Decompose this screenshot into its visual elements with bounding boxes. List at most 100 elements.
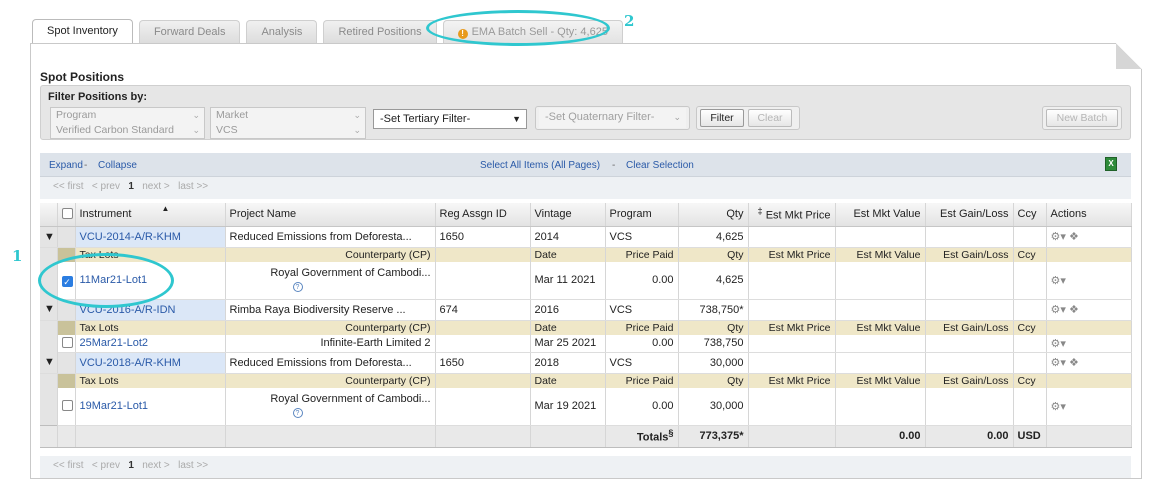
new-batch-button[interactable]: New Batch	[1046, 109, 1118, 127]
instrument-link[interactable]: VCU-2014-A/R-KHM	[75, 226, 226, 248]
col-est-gain[interactable]: Est Gain/Loss	[925, 203, 1014, 227]
gear-menu-icon[interactable]: ⚙▾	[1051, 338, 1066, 350]
collapse-toggle-icon[interactable]: ▼	[40, 299, 58, 321]
help-icon[interactable]: ?	[292, 282, 303, 293]
lot-checkbox-checked[interactable]: ✓	[61, 275, 73, 287]
lot-checkbox[interactable]	[61, 400, 73, 412]
pager-next[interactable]: next >	[142, 181, 170, 192]
pager-prev[interactable]: < prev	[92, 460, 120, 471]
expand-link[interactable]: Expand	[49, 160, 83, 171]
lot-link[interactable]: 25Mar21-Lot2	[75, 335, 226, 353]
lot-counterparty: Royal Government of Cambodi...?	[225, 388, 436, 426]
col-program[interactable]: Program	[605, 203, 679, 227]
tab-retired-positions[interactable]: Retired Positions	[323, 20, 437, 44]
tertiary-filter-select[interactable]: -Set Tertiary Filter- ▼	[373, 109, 527, 129]
lot-col-cp: Counterparty (CP)	[225, 320, 436, 335]
lot-col-est-value: Est Mkt Value	[835, 373, 926, 388]
gear-menu-icon[interactable]: ⚙▾	[1051, 231, 1066, 243]
tab-ema-batch-sell[interactable]: ! EMA Batch Sell - Qty: 4,625	[442, 20, 623, 44]
filter-button[interactable]: Filter	[700, 109, 744, 127]
lot-ccy	[1013, 335, 1047, 353]
table-row: ▼ VCU-2016-A/R-IDN Rimba Raya Biodiversi…	[40, 299, 1132, 321]
lot-blank	[435, 388, 531, 426]
tag-icon[interactable]: ❖	[1069, 231, 1079, 243]
instrument-link[interactable]: VCU-2018-A/R-KHM	[75, 352, 226, 374]
sort-asc-icon: ▲	[161, 204, 170, 214]
gear-menu-icon[interactable]: ⚙▾	[1051, 304, 1066, 316]
pager-last[interactable]: last >>	[178, 460, 208, 471]
col-qty[interactable]: Qty	[678, 203, 749, 227]
tab-analysis[interactable]: Analysis	[246, 20, 318, 44]
collapse-toggle-icon[interactable]: ▼	[40, 226, 58, 248]
row-spacer	[57, 320, 76, 335]
col-reg[interactable]: Reg Assgn ID	[435, 203, 531, 227]
col-ccy[interactable]: Ccy	[1013, 203, 1047, 227]
tag-icon[interactable]: ❖	[1069, 357, 1079, 369]
col-instrument[interactable]: Instrument ▲	[75, 203, 226, 227]
pager-last[interactable]: last >>	[178, 181, 208, 192]
lot-counterparty: Royal Government of Cambodi...?	[225, 262, 436, 300]
collapse-toggle-icon[interactable]: ▼	[40, 352, 58, 374]
lot-link[interactable]: 11Mar21-Lot1	[75, 262, 226, 300]
clear-button[interactable]: Clear	[748, 109, 792, 127]
vintage: 2018	[530, 352, 606, 374]
lot-qty: 30,000	[678, 388, 749, 426]
select-all-link[interactable]: Select All Items (All Pages)	[480, 160, 600, 171]
lot-select[interactable]	[57, 388, 76, 426]
tab-spot-inventory[interactable]: Spot Inventory	[32, 19, 133, 45]
lot-actions: ⚙▾	[1046, 388, 1132, 426]
row-spacer	[40, 335, 58, 352]
lot-select[interactable]	[57, 335, 76, 353]
market-filter[interactable]: Market ⌄ VCS ⌄	[210, 107, 366, 139]
table-header: Instrument ▲ Project Name Reg Assgn ID Vi…	[40, 203, 1132, 227]
filter-label: Filter Positions by:	[48, 91, 148, 103]
lot-link[interactable]: 19Mar21-Lot1	[75, 388, 226, 426]
select-all-checkbox[interactable]	[61, 208, 73, 220]
help-icon[interactable]: ?	[292, 408, 303, 419]
vintage: 2014	[530, 226, 606, 248]
lot-col-tax-lots: Tax Lots	[75, 373, 226, 388]
totals-footnote-mark: §	[668, 428, 674, 439]
totals-value: 0.00	[835, 424, 926, 448]
collapse-link[interactable]: Collapse	[98, 160, 137, 171]
page-corner	[1116, 43, 1142, 69]
ccy	[1013, 352, 1047, 374]
col-est-value[interactable]: Est Mkt Value	[835, 203, 926, 227]
pager-first[interactable]: << first	[53, 460, 84, 471]
row-spacer	[40, 388, 58, 425]
row-spacer	[435, 424, 531, 448]
pager-current: 1	[128, 181, 134, 192]
gear-menu-icon[interactable]: ⚙▾	[1051, 357, 1066, 369]
lot-header-row: Tax Lots Counterparty (CP) Date Price Pa…	[40, 247, 1132, 262]
tab-ema-label: EMA Batch Sell - Qty: 4,625	[471, 26, 608, 38]
lot-checkbox[interactable]	[61, 337, 73, 349]
instrument-link[interactable]: VCU-2016-A/R-IDN	[75, 299, 226, 321]
lot-col-est-value: Est Mkt Value	[835, 247, 926, 262]
lot-date: Mar 19 2021	[530, 388, 606, 426]
lot-col-date: Date	[530, 247, 606, 262]
pager-prev[interactable]: < prev	[92, 181, 120, 192]
gear-menu-icon[interactable]: ⚙▾	[1051, 275, 1066, 287]
select-col-header[interactable]	[57, 203, 76, 227]
quaternary-filter-select[interactable]: -Set Quaternary Filter- ⌄	[539, 108, 686, 128]
lot-col-qty: Qty	[678, 247, 749, 262]
est-price	[748, 226, 836, 248]
col-vintage[interactable]: Vintage	[530, 203, 606, 227]
col-est-price[interactable]: ‡ Est Mkt Price	[748, 203, 836, 227]
tab-bar: Spot Inventory Forward Deals Analysis Re…	[32, 14, 629, 45]
pager-next[interactable]: next >	[142, 460, 170, 471]
totals-qty: 773,375*	[678, 424, 749, 448]
excel-export-icon[interactable]: X	[1105, 157, 1117, 171]
tag-icon[interactable]: ❖	[1069, 304, 1079, 316]
program-filter[interactable]: Program ⌄ Verified Carbon Standard ⌄	[50, 107, 205, 139]
pager-first[interactable]: << first	[53, 181, 84, 192]
lot-select[interactable]: ✓	[57, 262, 76, 300]
gear-menu-icon[interactable]: ⚙▾	[1051, 401, 1066, 413]
col-project[interactable]: Project Name	[225, 203, 436, 227]
row-actions: ⚙▾ ❖	[1046, 226, 1132, 248]
lot-col-est-price: Est Mkt Price	[748, 247, 836, 262]
tab-forward-deals[interactable]: Forward Deals	[138, 20, 241, 44]
clear-selection-link[interactable]: Clear Selection	[626, 160, 694, 171]
quaternary-filter-wrap: -Set Quaternary Filter- ⌄	[535, 106, 690, 130]
totals-gain: 0.00	[925, 424, 1014, 448]
